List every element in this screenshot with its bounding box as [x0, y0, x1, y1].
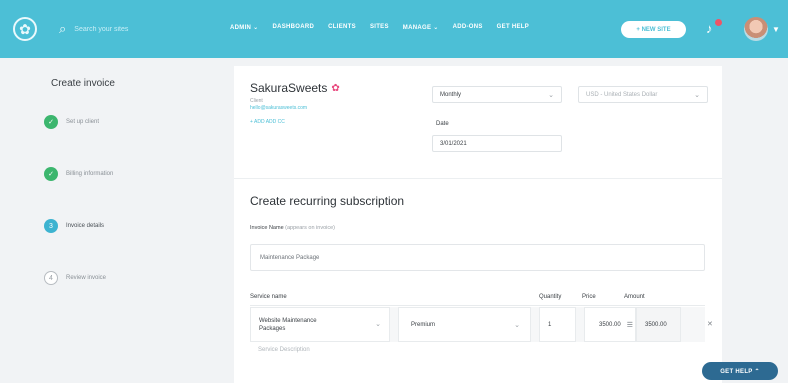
- section-title: Create recurring subscription: [250, 194, 405, 208]
- client-type: Client: [250, 98, 263, 104]
- service-description-field[interactable]: Service Description: [250, 347, 310, 353]
- check-icon: ✓: [44, 167, 58, 181]
- search-input[interactable]: [74, 25, 185, 33]
- search-icon: ⌕: [59, 21, 67, 36]
- date-label: Date: [436, 121, 449, 127]
- frequency-value: Monthly: [440, 91, 462, 98]
- main-nav: ADMIN ⌄ DASHBOARD CLIENTS SITES MANAGE ⌄…: [230, 24, 529, 31]
- chevron-down-icon: ⌄: [375, 321, 381, 328]
- date-field[interactable]: 3/01/2021: [432, 135, 562, 152]
- table-header-divider: [250, 305, 705, 306]
- flower-icon: ✿: [331, 82, 340, 94]
- nav-admin[interactable]: ADMIN ⌄: [230, 24, 258, 31]
- client-name: SakuraSweets ✿: [250, 81, 340, 95]
- client-info: SakuraSweets ✿ Client hello@sakurasweets…: [250, 81, 340, 125]
- chevron-down-icon: ⌄: [548, 92, 554, 99]
- bell-icon[interactable]: ♪: [706, 19, 722, 37]
- client-name-text: SakuraSweets: [250, 81, 328, 95]
- invoice-name-label-text: Invoice Name: [250, 225, 284, 231]
- close-icon[interactable]: ✕: [707, 320, 713, 328]
- header-amount: Amount: [624, 294, 645, 300]
- invoice-steps: Create invoice ✓ Set up client ✓ Billing…: [44, 78, 194, 323]
- table-row: Website Maintenance Packages ⌄ Premium ⌄…: [250, 307, 713, 342]
- service-name-value: Website Maintenance Packages: [259, 317, 317, 333]
- step-review-invoice[interactable]: 4 Review invoice: [44, 271, 194, 285]
- price-field[interactable]: 3500.00 ☰: [584, 307, 636, 342]
- new-site-button[interactable]: + NEW SITE: [621, 21, 686, 38]
- step-set-up-client[interactable]: ✓ Set up client: [44, 115, 194, 129]
- header-quantity: Quantity: [539, 294, 562, 300]
- steps-title: Create invoice: [51, 78, 115, 89]
- step-label: Review invoice: [66, 275, 107, 281]
- invoice-name-hint: (appears on invoice): [283, 225, 336, 231]
- step-number-badge: 3: [44, 219, 58, 233]
- calculator-icon[interactable]: ☰: [627, 321, 633, 329]
- search-box[interactable]: ⌕: [59, 21, 209, 37]
- account-menu[interactable]: ▼: [744, 17, 780, 41]
- currency-value: USD - United States Dollar: [586, 91, 658, 98]
- nav-dashboard[interactable]: DASHBOARD: [272, 24, 314, 31]
- invoice-name-label: Invoice Name (appears on invoice): [250, 225, 335, 231]
- quantity-field[interactable]: 1: [539, 307, 576, 342]
- add-cc-link[interactable]: + ADD ADD CC: [250, 119, 340, 125]
- step-invoice-details[interactable]: 3 Invoice details: [44, 219, 194, 233]
- chevron-down-icon: ⌄: [514, 322, 520, 329]
- step-label: Invoice details: [66, 223, 105, 229]
- nav-add-ons[interactable]: ADD-ONS: [453, 24, 483, 31]
- step-number-badge: 4: [44, 271, 58, 285]
- service-name-select[interactable]: Website Maintenance Packages ⌄: [250, 307, 390, 342]
- invoice-name-field[interactable]: Maintenance Package: [250, 244, 705, 271]
- plan-select[interactable]: Premium ⌄: [398, 307, 531, 342]
- section-divider: [234, 178, 722, 179]
- chevron-down-icon: ⌄: [694, 92, 700, 99]
- amount-field: 3500.00: [636, 307, 681, 342]
- nav-sites[interactable]: SITES: [370, 24, 389, 31]
- invoice-card: SakuraSweets ✿ Client hello@sakurasweets…: [234, 66, 722, 383]
- nav-manage[interactable]: MANAGE ⌄: [403, 24, 439, 31]
- header-price: Price: [582, 294, 596, 300]
- client-email-link[interactable]: hello@sakurasweets.com: [250, 105, 340, 111]
- header-service-name: Service name: [250, 294, 287, 300]
- nav-get-help[interactable]: GET HELP: [497, 24, 529, 31]
- step-label: Set up client: [66, 119, 100, 125]
- step-label: Billing information: [66, 171, 114, 177]
- service-line-2: Packages: [259, 325, 286, 332]
- frequency-select[interactable]: Monthly ⌄: [432, 86, 562, 103]
- service-line-1: Website Maintenance: [259, 317, 317, 324]
- avatar[interactable]: [744, 17, 768, 41]
- currency-select[interactable]: USD - United States Dollar ⌄: [578, 86, 708, 103]
- top-navigation-bar: ✿ ⌕ ADMIN ⌄ DASHBOARD CLIENTS SITES MANA…: [0, 0, 788, 58]
- plan-value: Premium: [411, 321, 436, 328]
- get-help-button[interactable]: GET HELP ⌃: [702, 362, 778, 380]
- notification-dot: [715, 19, 722, 26]
- chevron-down-icon[interactable]: ▼: [772, 25, 780, 34]
- price-value: 3500.00: [599, 321, 621, 328]
- nav-clients[interactable]: CLIENTS: [328, 24, 356, 31]
- step-billing-information[interactable]: ✓ Billing information: [44, 167, 194, 181]
- lotus-logo-icon[interactable]: ✿: [13, 17, 37, 41]
- check-icon: ✓: [44, 115, 58, 129]
